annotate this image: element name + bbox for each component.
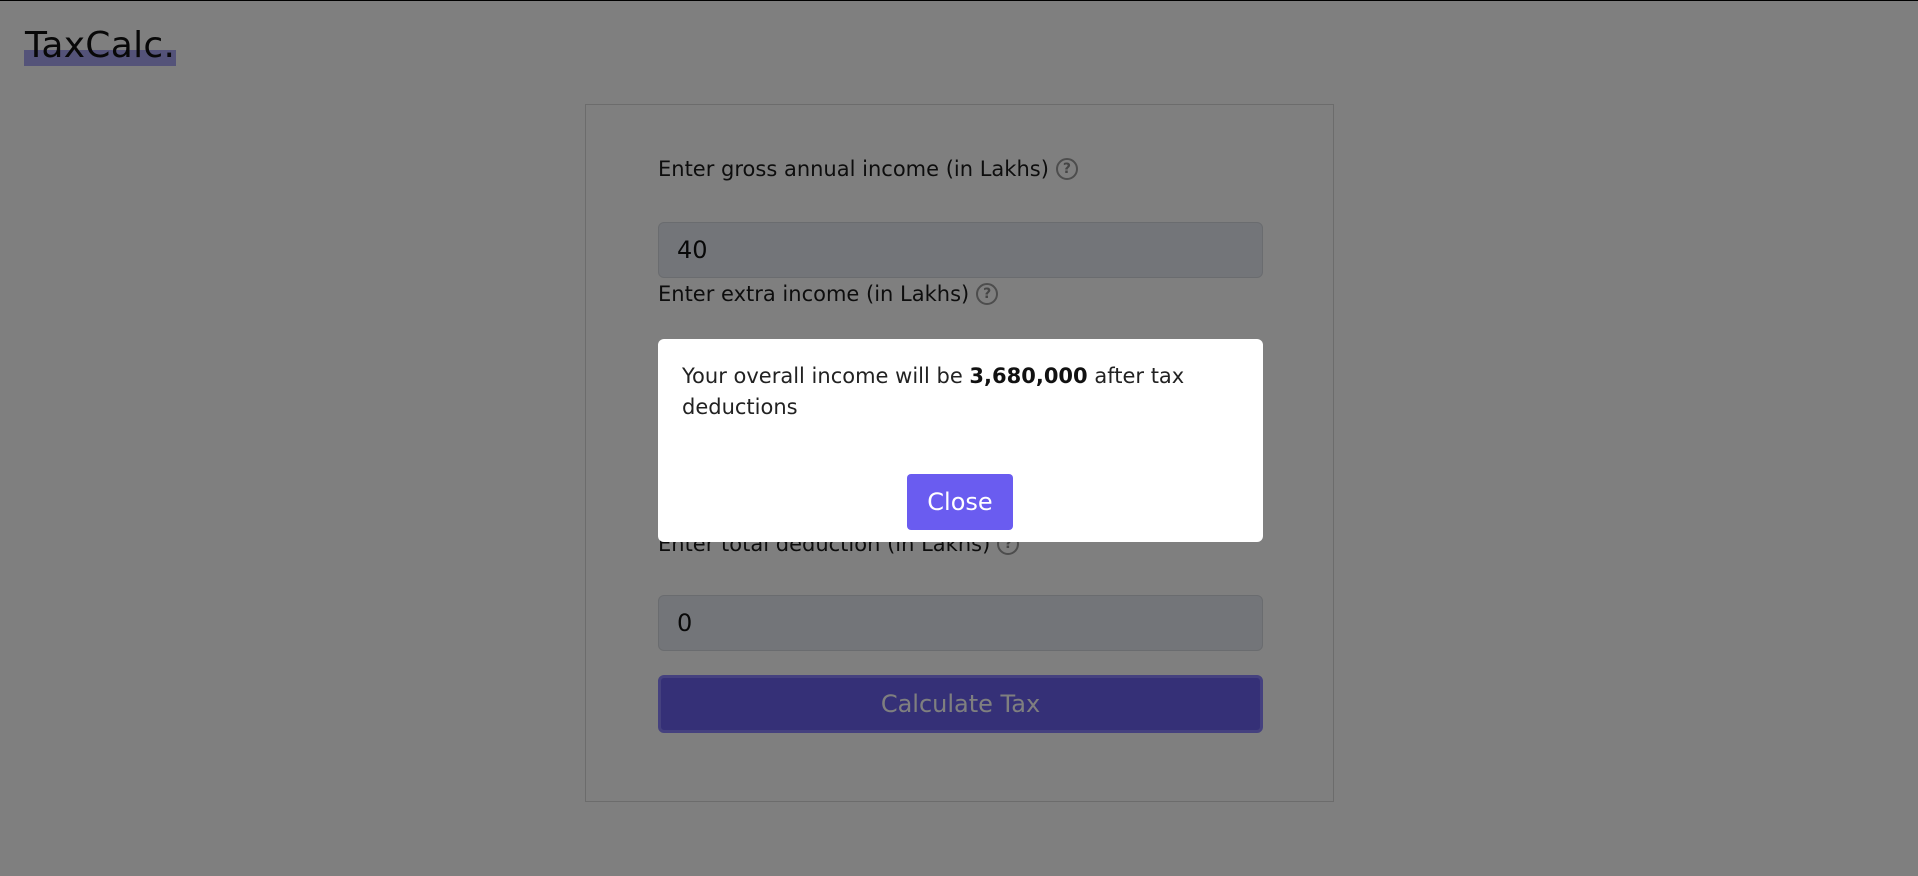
result-text-before: Your overall income will be — [682, 364, 970, 388]
result-modal: Your overall income will be 3,680,000 af… — [658, 339, 1263, 542]
window-top-border — [0, 0, 1918, 1]
close-button[interactable]: Close — [907, 474, 1013, 530]
result-amount: 3,680,000 — [969, 364, 1088, 388]
result-message: Your overall income will be 3,680,000 af… — [682, 361, 1222, 423]
